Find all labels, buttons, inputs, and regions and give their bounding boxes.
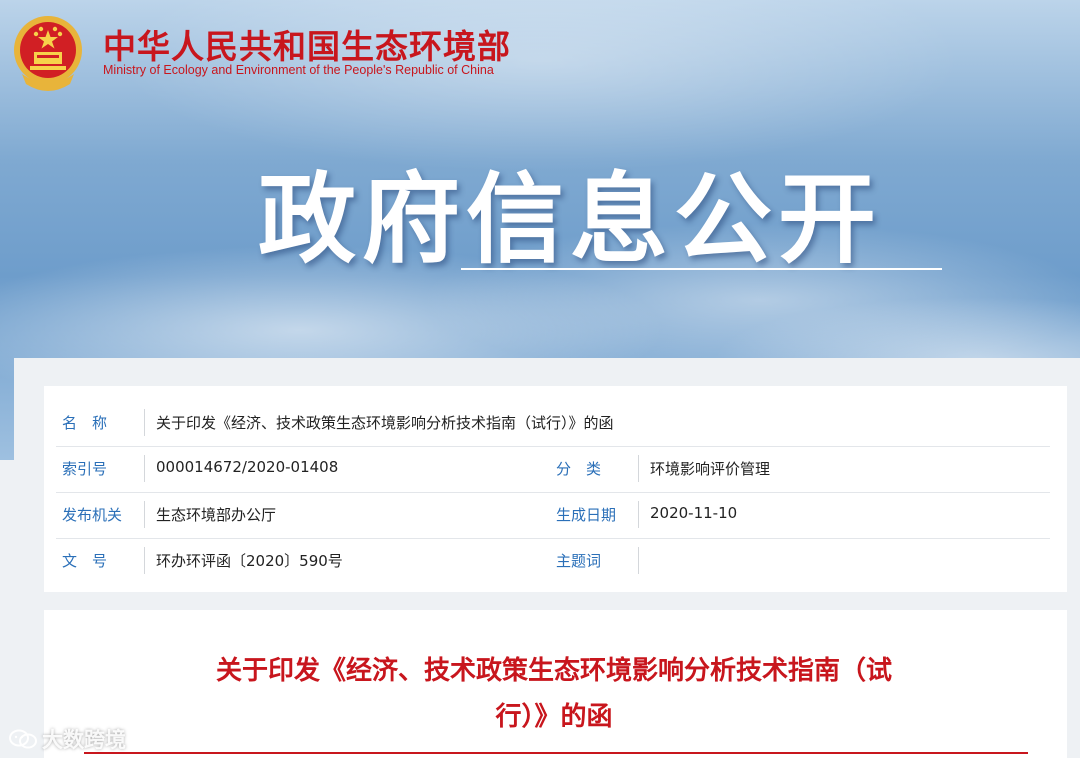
- meta-divider: [144, 547, 145, 574]
- national-emblem-icon: [14, 16, 82, 91]
- meta-divider: [638, 547, 639, 574]
- document-title: 关于印发《经济、技术政策生态环境影响分析技术指南（试 行）》的函: [174, 648, 934, 740]
- meta-divider: [144, 409, 145, 436]
- meta-label-category: 分 类: [556, 460, 602, 478]
- meta-value-docno: 环办环评函〔2020〕590号: [156, 552, 343, 570]
- meta-row-name: 名 称 关于印发《经济、技术政策生态环境影响分析技术指南（试行）》的函: [56, 400, 1050, 447]
- meta-label-index: 索引号: [62, 460, 108, 478]
- meta-value-category: 环境影响评价管理: [650, 460, 771, 478]
- meta-label-docno: 文 号: [62, 552, 108, 570]
- document-title-line-1: 关于印发《经济、技术政策生态环境影响分析技术指南（试: [215, 656, 892, 686]
- meta-divider: [144, 455, 145, 482]
- wechat-logo-icon: [9, 729, 37, 749]
- document-title-line-2: 行）》的函: [495, 702, 613, 732]
- title-underline: [461, 268, 942, 270]
- document-metadata-card: 名 称 关于印发《经济、技术政策生态环境影响分析技术指南（试行）》的函 索引号 …: [44, 386, 1067, 592]
- meta-value-name: 关于印发《经济、技术政策生态环境影响分析技术指南（试行）》的函: [156, 414, 614, 432]
- watermark: 大数跨境: [8, 724, 126, 754]
- meta-divider: [638, 501, 639, 528]
- meta-divider: [638, 455, 639, 482]
- meta-label-keywords: 主题词: [556, 552, 602, 570]
- meta-value-index: 000014672/2020-01408: [156, 458, 339, 476]
- title-divider: [84, 752, 1028, 754]
- meta-value-date: 2020-11-10: [650, 504, 738, 522]
- meta-value-publisher: 生态环境部办公厅: [156, 506, 277, 524]
- ministry-name-en[interactable]: Ministry of Ecology and Environment of t…: [103, 63, 494, 77]
- meta-label-date: 生成日期: [556, 506, 617, 524]
- section-title: 政府信息公开: [258, 163, 883, 277]
- meta-row-publisher: 发布机关 生态环境部办公厅 生成日期 2020-11-10: [56, 492, 1050, 539]
- ministry-name-cn[interactable]: 中华人民共和国生态环境部: [103, 20, 511, 68]
- meta-label-name: 名 称: [62, 414, 108, 432]
- meta-row-docno: 文 号 环办环评函〔2020〕590号 主题词: [56, 538, 1050, 584]
- meta-row-index: 索引号 000014672/2020-01408 分 类 环境影响评价管理: [56, 446, 1050, 493]
- document-body-card: 关于印发《经济、技术政策生态环境影响分析技术指南（试 行）》的函: [44, 610, 1067, 758]
- meta-divider: [144, 501, 145, 528]
- watermark-text: 大数跨境: [42, 728, 126, 752]
- meta-label-publisher: 发布机关: [62, 506, 123, 524]
